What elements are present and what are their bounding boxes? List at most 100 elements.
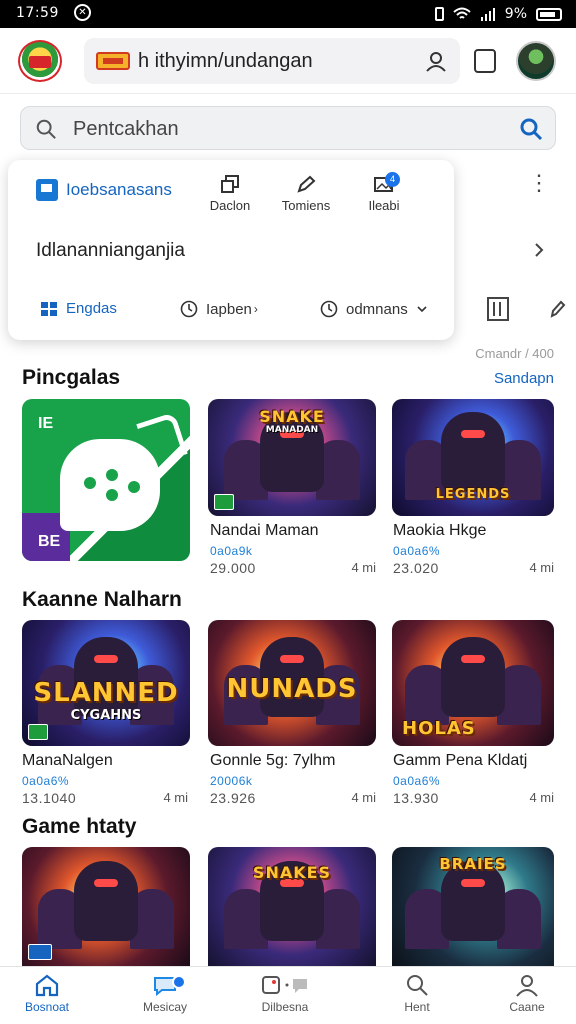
game-tile[interactable] [22, 847, 190, 966]
game-tile[interactable]: SLANNED CYGAHNS [22, 620, 190, 746]
game-tile[interactable]: HOLAS [392, 620, 554, 746]
tile-badge [28, 724, 48, 740]
nav-label: Caane [509, 1000, 545, 1014]
site-favicon [96, 52, 130, 70]
footer-item-recent[interactable]: odmnans [320, 300, 428, 318]
game-tile[interactable]: NUNADS [208, 620, 376, 746]
app-name[interactable]: Maokia Hkge [393, 522, 486, 540]
bottom-nav: Bosnoat Mesicay Dilbesna Hent Caane [0, 966, 576, 1024]
search-submit-icon[interactable] [519, 117, 543, 141]
action-image-label: Ileabi [368, 198, 400, 213]
nav-label: Hent [404, 1000, 430, 1014]
nav-item-profile[interactable]: Caane [482, 973, 572, 1014]
nav-badge [172, 975, 186, 989]
person-icon [516, 975, 538, 997]
game-tile[interactable]: SNAKE MANADAN [208, 399, 376, 516]
app-size: 4 mi [163, 790, 188, 805]
brand-label: Ioebsanasans [66, 180, 172, 199]
account-icon[interactable] [424, 49, 448, 73]
app-downloads: 23.020 [393, 560, 439, 576]
nav-item-search[interactable]: Hent [372, 973, 462, 1014]
clock-icon [180, 300, 198, 318]
section-title: Kaanne Nalharn [22, 588, 182, 611]
address-bar[interactable]: h ithyimn/undangan [84, 38, 460, 84]
action-edit[interactable]: Tomiens [276, 174, 336, 213]
pencil-icon [297, 175, 316, 193]
game-tile[interactable]: LEGENDS [392, 399, 554, 516]
game-logo: NUNADS [226, 674, 358, 704]
app-size: 4 mi [351, 790, 376, 805]
search-bar [20, 106, 556, 150]
app-sub: 20006k [210, 774, 253, 788]
notification-badge: 4 [385, 172, 400, 187]
app-logo[interactable] [18, 40, 62, 82]
action-copy[interactable]: Daclon [200, 174, 260, 213]
tile-badge: BE [38, 533, 61, 550]
nav-item-messages[interactable]: Mesicay [120, 973, 210, 1014]
chevron-right-icon[interactable] [530, 240, 548, 260]
see-all-link[interactable]: Sandapn [494, 370, 554, 387]
section-title: Pincgalas [22, 366, 121, 389]
signal-icon [480, 8, 495, 21]
section-title: Game htaty [22, 815, 137, 838]
app-name[interactable]: Gamm Pena Kldatj [393, 752, 527, 770]
tile-badge [214, 494, 234, 510]
app-size: 4 mi [351, 560, 376, 575]
nav-label: Dilbesna [261, 1000, 309, 1014]
tile-badge [28, 944, 52, 960]
brand-icon [36, 179, 58, 201]
action-edit-label: Tomiens [281, 198, 331, 213]
game-logo: SNAKE [259, 407, 325, 426]
footer-item-grid[interactable]: Engdas [40, 300, 117, 317]
game-logo: LEGENDS [435, 487, 511, 502]
game-logo: HOLAS [402, 718, 476, 739]
chevron-down-icon [417, 306, 427, 313]
footer-recent-label: odmnans [346, 300, 408, 318]
search-icon [36, 119, 56, 139]
app-sub: 0a0a6% [22, 774, 70, 788]
app-downloads: 13.930 [393, 790, 439, 806]
top-bar: h ithyimn/undangan [0, 28, 576, 94]
game-icon [262, 976, 307, 994]
game-logo: BRAIES [439, 855, 507, 873]
game-logo-sub: MANADAN [265, 425, 319, 435]
footer-item-time[interactable]: Iapben › [180, 300, 258, 318]
app-name[interactable]: ManaNalgen [22, 752, 113, 770]
app-name[interactable]: Gonnle 5g: 7ylhm [210, 752, 335, 770]
status-icons: 9% [434, 5, 562, 23]
game-artwork [441, 637, 505, 717]
do-not-disturb-icon: ✕ [74, 4, 91, 21]
app-sub: 0a0a6% [393, 544, 441, 558]
wifi-icon [453, 7, 471, 19]
search-input[interactable] [73, 113, 473, 145]
nav-item-games[interactable]: Dilbesna [240, 973, 330, 1014]
edit-icon[interactable] [548, 298, 566, 320]
address-text[interactable]: h ithyimn/undangan [138, 50, 313, 73]
app-tile[interactable]: IE BE [22, 399, 190, 561]
app-name[interactable]: Nandai Maman [210, 522, 319, 540]
clock-icon [320, 300, 338, 318]
tabs-button[interactable] [474, 49, 496, 73]
vibrate-icon [434, 7, 444, 21]
avatar[interactable] [516, 41, 556, 81]
game-logo: SNAKES [252, 863, 332, 882]
status-bar: 17:59 ✕ 9% [0, 0, 576, 28]
footer-time-label: Iapben [206, 300, 252, 318]
app-downloads: 13.1040 [22, 790, 77, 806]
nav-item-home[interactable]: Bosnoat [2, 973, 92, 1014]
home-icon [35, 974, 59, 997]
app-downloads: 29.000 [210, 560, 256, 576]
document-icon[interactable] [486, 296, 510, 322]
popup-menu: Ioebsanasans Daclon Tomiens 4 Ileabi Idl… [8, 160, 454, 340]
more-options-icon[interactable]: ⋮ [528, 172, 550, 200]
game-logo-sub: CYGAHNS [70, 708, 142, 723]
tile-badge: IE [38, 415, 54, 432]
game-tile[interactable]: SNAKES [208, 847, 376, 966]
action-image[interactable]: 4 Ileabi [354, 172, 414, 213]
app-size: 4 mi [529, 560, 554, 575]
game-tile[interactable]: BRAIES [392, 847, 554, 966]
nav-label: Bosnoat [24, 1000, 70, 1014]
popup-row[interactable]: Idlanannianganjia [36, 240, 185, 262]
popup-brand[interactable]: Ioebsanasans [36, 179, 172, 201]
game-logo: SLANNED [33, 678, 179, 708]
